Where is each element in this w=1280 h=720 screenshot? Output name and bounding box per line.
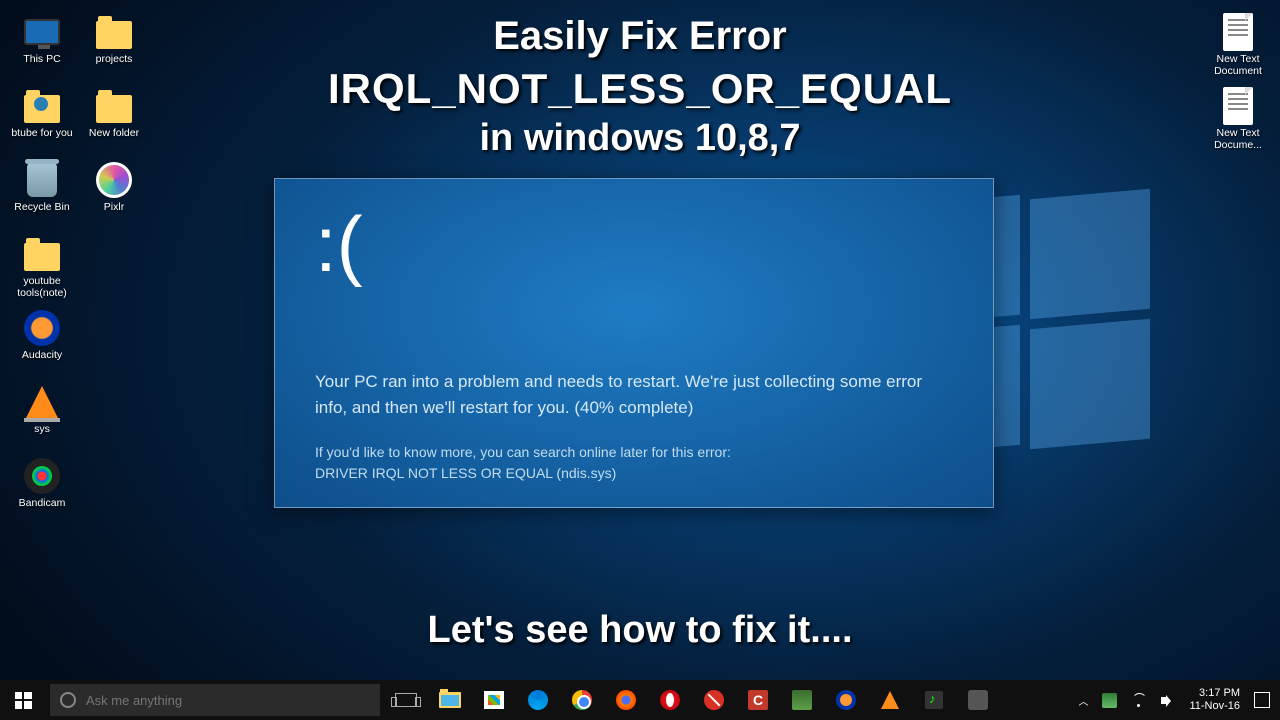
chrome-icon xyxy=(572,690,592,710)
desktop-icon-label: projects xyxy=(96,54,133,66)
desktop-icon[interactable]: Bandicam xyxy=(8,452,76,524)
bsod-screenshot: :( Your PC ran into a problem and needs … xyxy=(274,178,994,508)
taskbar-audacity-button[interactable] xyxy=(824,680,868,720)
search-input[interactable] xyxy=(86,693,370,708)
text-document-icon xyxy=(1218,86,1258,126)
desktop-icon-label: sys xyxy=(34,424,50,436)
desktop-icon[interactable]: This PC xyxy=(8,8,76,80)
wifi-icon[interactable] xyxy=(1131,693,1146,708)
desktop-icon-label: New Text Docume... xyxy=(1206,128,1270,151)
pixlr-icon xyxy=(94,160,134,200)
generic-icon xyxy=(968,690,988,710)
action-center-icon[interactable] xyxy=(1254,692,1270,708)
windows-logo-icon xyxy=(15,692,32,709)
desktop-icon[interactable]: Recycle Bin xyxy=(8,156,76,228)
taskbar-clock[interactable]: 3:17 PM 11-Nov-16 xyxy=(1189,687,1240,713)
bandicam-icon xyxy=(22,456,62,496)
music-icon xyxy=(925,691,943,709)
taskbar-chrome-button[interactable] xyxy=(560,680,604,720)
folder-icon xyxy=(94,12,134,52)
taskbar-idm-button[interactable] xyxy=(780,680,824,720)
bsod-sad-face: :( xyxy=(315,209,953,279)
taskbar-explorer-button[interactable] xyxy=(428,680,472,720)
taskbar-ccleaner-button[interactable]: C xyxy=(736,680,780,720)
desktop-icon[interactable]: New Text Docume... xyxy=(1204,82,1272,154)
desktop-icon[interactable]: Audacity xyxy=(8,304,76,376)
cortana-circle-icon xyxy=(60,692,76,708)
desktop-icon[interactable]: sys xyxy=(8,378,76,450)
opera-icon xyxy=(660,690,680,710)
start-button[interactable] xyxy=(0,680,46,720)
desktop-icons-right: New Text Document New Text Docume... xyxy=(1204,8,1272,154)
edge-icon xyxy=(528,690,548,710)
desktop-icons-left: This PC projects btube for you New folder Re… xyxy=(8,8,148,524)
audacity-icon xyxy=(836,690,856,710)
bsod-message: Your PC ran into a problem and needs to … xyxy=(315,369,953,420)
desktop-icon-label: Pixlr xyxy=(104,202,124,214)
desktop-icon-label: New Text Document xyxy=(1206,54,1270,77)
taskbar-firefox-button[interactable] xyxy=(604,680,648,720)
desktop-icon[interactable]: btube for you xyxy=(8,82,76,154)
vlc-icon xyxy=(22,382,62,422)
taskbar-store-button[interactable] xyxy=(472,680,516,720)
taskbar-block-button[interactable] xyxy=(692,680,736,720)
taskview-icon xyxy=(395,693,417,707)
desktop-icon-label: youtube tools(note) xyxy=(10,276,74,299)
overlay-line-1: Easily Fix Error xyxy=(230,14,1050,59)
tray-chevron-up-icon[interactable]: ︿ xyxy=(1078,693,1088,708)
taskbar-generic-button[interactable] xyxy=(956,680,1000,720)
overlay-line-2: IRQL_NOT_LESS_OR_EQUAL xyxy=(230,65,1050,113)
desktop-icon-label: Recycle Bin xyxy=(14,202,69,214)
overlay-footer-text: Let's see how to fix it.... xyxy=(428,609,853,652)
desktop-icon[interactable]: Pixlr xyxy=(80,156,148,228)
recycle-icon xyxy=(22,160,62,200)
desktop-icon-label: This PC xyxy=(23,54,60,66)
folder-icon xyxy=(94,86,134,126)
folder-icon xyxy=(22,234,62,274)
overlay-line-3: in windows 10,8,7 xyxy=(230,117,1050,160)
desktop-icon[interactable]: projects xyxy=(80,8,148,80)
desktop-icon-label: New folder xyxy=(89,128,139,140)
speaker-icon[interactable] xyxy=(1160,693,1175,708)
desktop-icon[interactable]: New folder xyxy=(80,82,148,154)
taskbar-opera-button[interactable] xyxy=(648,680,692,720)
desktop-icon[interactable]: youtube tools(note) xyxy=(8,230,76,302)
taskbar-taskview-button[interactable] xyxy=(384,680,428,720)
desktop-icon[interactable]: New Text Document xyxy=(1204,8,1272,80)
audacity-icon xyxy=(22,308,62,348)
desktop-icon-label: Audacity xyxy=(22,350,62,362)
taskbar: C ︿ 3:17 PM 11-Nov-16 xyxy=(0,680,1280,720)
store-icon xyxy=(484,691,504,709)
desktop-icon-label: Bandicam xyxy=(19,498,66,510)
bsod-error-detail: If you'd like to know more, you can sear… xyxy=(315,442,953,484)
ccleaner-icon: C xyxy=(748,690,768,710)
vlc-icon xyxy=(881,691,899,709)
folder-user-icon xyxy=(22,86,62,126)
idm-icon xyxy=(792,690,812,710)
taskbar-vlc-button[interactable] xyxy=(868,680,912,720)
text-document-icon xyxy=(1218,12,1258,52)
taskbar-edge-button[interactable] xyxy=(516,680,560,720)
monitor-icon xyxy=(22,12,62,52)
system-tray: ︿ 3:17 PM 11-Nov-16 xyxy=(1068,687,1280,713)
taskbar-music-button[interactable] xyxy=(912,680,956,720)
explorer-icon xyxy=(439,692,461,708)
firefox-icon xyxy=(616,690,636,710)
tutorial-title-overlay: Easily Fix Error IRQL_NOT_LESS_OR_EQUAL … xyxy=(230,14,1050,160)
block-icon xyxy=(704,690,724,710)
desktop-icon-label: btube for you xyxy=(11,128,72,140)
cortana-search-box[interactable] xyxy=(50,684,380,716)
usb-eject-icon[interactable] xyxy=(1102,693,1117,708)
